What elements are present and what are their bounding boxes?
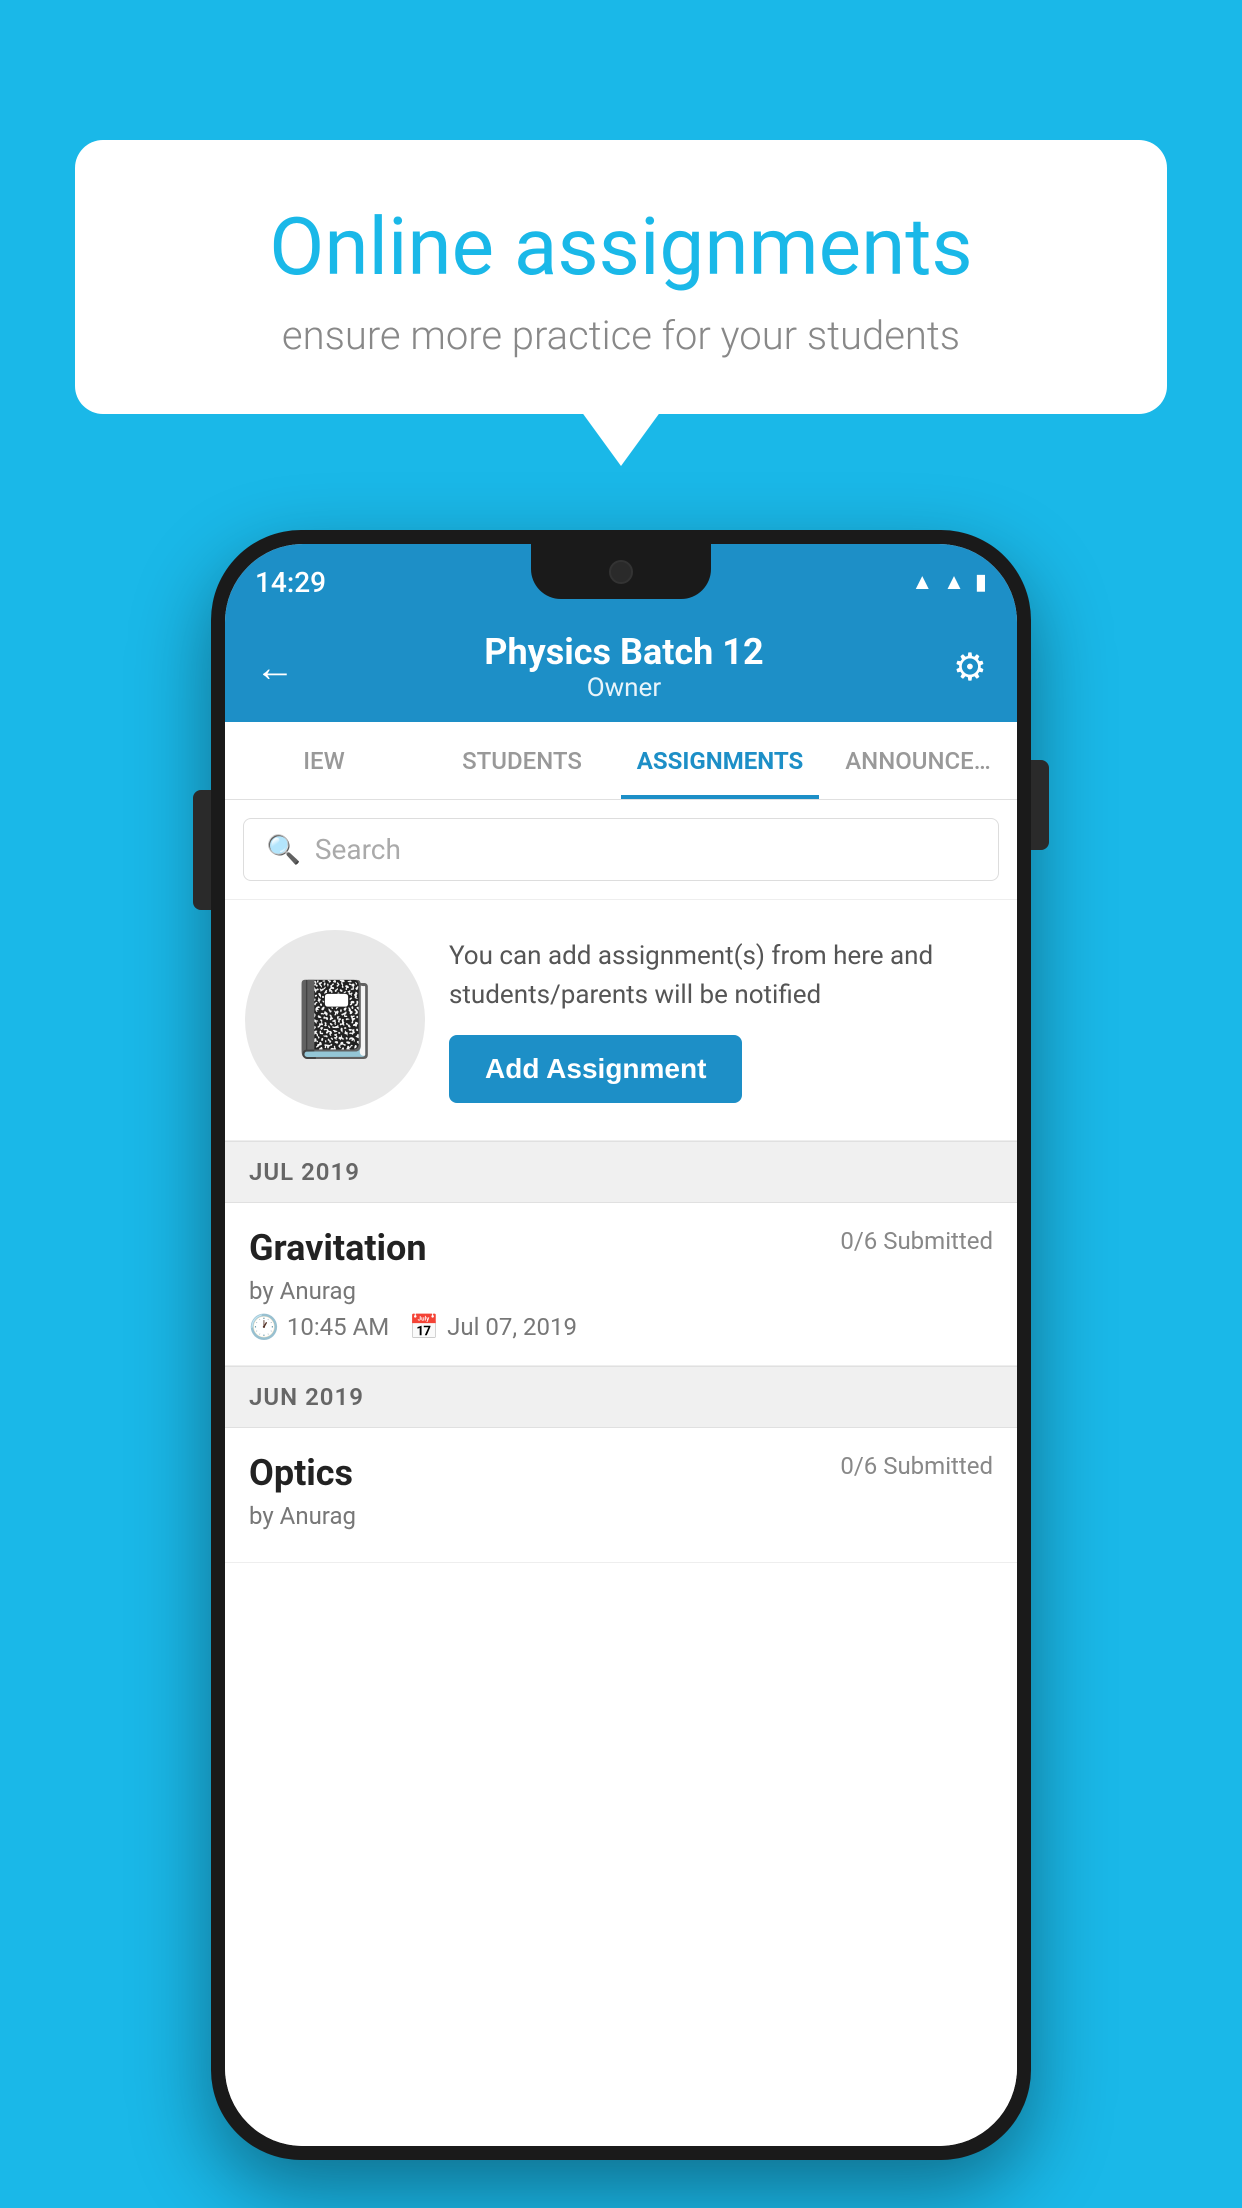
tab-announcements[interactable]: ANNOUNCE… bbox=[819, 722, 1017, 799]
tabs-bar: IEW STUDENTS ASSIGNMENTS ANNOUNCE… bbox=[225, 722, 1017, 800]
phone-wrapper: 14:29 ▲ ▲ ▮ ← Physics Batch 12 Owner ⚙ bbox=[211, 530, 1031, 2160]
assignment-row1-optics: Optics 0/6 Submitted bbox=[249, 1452, 993, 1494]
phone-screen: 14:29 ▲ ▲ ▮ ← Physics Batch 12 Owner ⚙ bbox=[225, 544, 1017, 2146]
assignment-icon-circle: 📓 bbox=[245, 930, 425, 1110]
tab-announcements-label: ANNOUNCE… bbox=[845, 747, 990, 775]
empty-state-text: You can add assignment(s) from here and … bbox=[449, 937, 997, 1103]
camera bbox=[609, 560, 633, 584]
section-header-jun2019: JUN 2019 bbox=[225, 1366, 1017, 1428]
search-icon: 🔍 bbox=[266, 833, 301, 866]
section-header-jul2019: JUL 2019 bbox=[225, 1141, 1017, 1203]
app-bar-title: Physics Batch 12 bbox=[484, 631, 763, 673]
empty-state-description: You can add assignment(s) from here and … bbox=[449, 937, 997, 1015]
assignment-time-gravitation: 🕐 10:45 AM bbox=[249, 1313, 389, 1341]
status-time: 14:29 bbox=[255, 558, 326, 599]
assignment-name-gravitation: Gravitation bbox=[249, 1227, 427, 1269]
calendar-icon: 📅 bbox=[409, 1313, 439, 1341]
tab-students-label: STUDENTS bbox=[462, 747, 582, 775]
wifi-icon: ▲ bbox=[911, 569, 933, 595]
settings-button[interactable]: ⚙ bbox=[953, 645, 987, 690]
tab-assignments-label: ASSIGNMENTS bbox=[637, 747, 804, 775]
add-assignment-button[interactable]: Add Assignment bbox=[449, 1035, 742, 1103]
tab-iew-label: IEW bbox=[303, 747, 344, 775]
search-bar[interactable]: 🔍 Search bbox=[243, 818, 999, 881]
bubble-subtitle: ensure more practice for your students bbox=[145, 312, 1097, 359]
search-placeholder: Search bbox=[315, 833, 401, 866]
tab-students[interactable]: STUDENTS bbox=[423, 722, 621, 799]
assignment-date-gravitation: 📅 Jul 07, 2019 bbox=[409, 1313, 577, 1341]
app-bar-subtitle: Owner bbox=[484, 673, 763, 703]
assignment-item-gravitation[interactable]: Gravitation 0/6 Submitted by Anurag 🕐 10… bbox=[225, 1203, 1017, 1366]
assignment-meta-gravitation: 🕐 10:45 AM 📅 Jul 07, 2019 bbox=[249, 1313, 993, 1341]
tab-assignments[interactable]: ASSIGNMENTS bbox=[621, 722, 819, 799]
assignment-item-optics[interactable]: Optics 0/6 Submitted by Anurag bbox=[225, 1428, 1017, 1563]
assignment-submitted-optics: 0/6 Submitted bbox=[840, 1452, 993, 1480]
app-bar: ← Physics Batch 12 Owner ⚙ bbox=[225, 612, 1017, 722]
assignment-row1: Gravitation 0/6 Submitted bbox=[249, 1227, 993, 1269]
search-container: 🔍 Search bbox=[225, 800, 1017, 899]
app-bar-center: Physics Batch 12 Owner bbox=[484, 631, 763, 703]
notebook-icon: 📓 bbox=[288, 976, 381, 1064]
back-button[interactable]: ← bbox=[255, 644, 295, 691]
assignment-name-optics: Optics bbox=[249, 1452, 353, 1494]
status-icons: ▲ ▲ ▮ bbox=[911, 561, 987, 595]
speech-bubble: Online assignments ensure more practice … bbox=[75, 140, 1167, 414]
assignment-author-gravitation: by Anurag bbox=[249, 1277, 993, 1305]
signal-icon: ▲ bbox=[943, 569, 965, 595]
scroll-area[interactable]: 🔍 Search 📓 You can add assignment(s) fro… bbox=[225, 800, 1017, 2146]
speech-bubble-container: Online assignments ensure more practice … bbox=[75, 140, 1167, 414]
tab-iew[interactable]: IEW bbox=[225, 722, 423, 799]
clock-icon: 🕐 bbox=[249, 1313, 279, 1341]
assignment-author-optics: by Anurag bbox=[249, 1502, 993, 1530]
phone-outer: 14:29 ▲ ▲ ▮ ← Physics Batch 12 Owner ⚙ bbox=[211, 530, 1031, 2160]
battery-icon: ▮ bbox=[975, 570, 987, 595]
phone-notch bbox=[531, 544, 711, 599]
assignment-submitted-gravitation: 0/6 Submitted bbox=[840, 1227, 993, 1255]
empty-state: 📓 You can add assignment(s) from here an… bbox=[225, 899, 1017, 1141]
bubble-title: Online assignments bbox=[145, 200, 1097, 294]
